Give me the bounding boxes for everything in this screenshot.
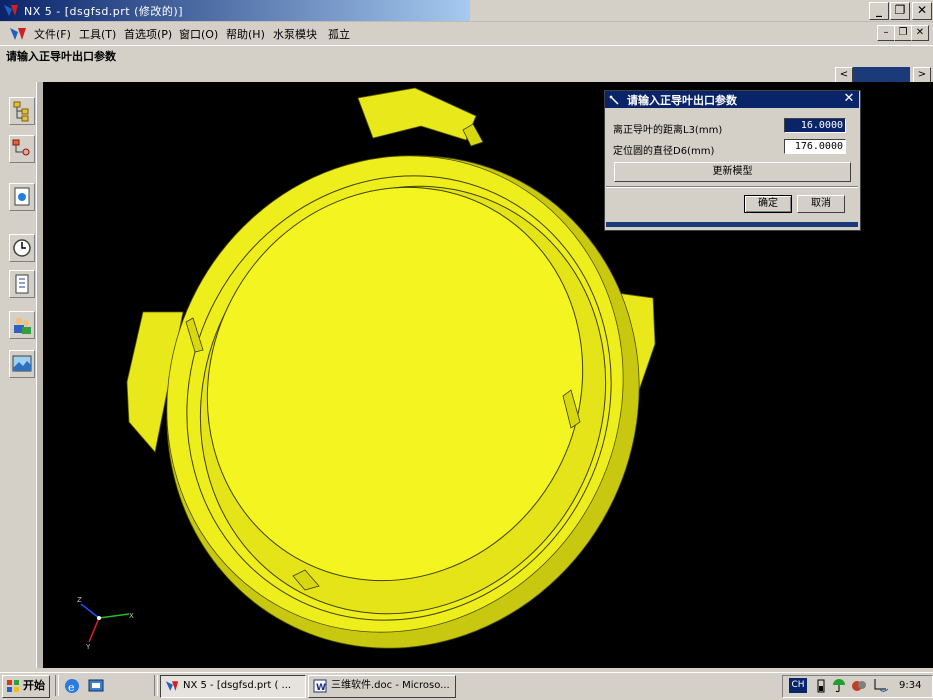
triad-z-label: Z [77,596,82,604]
menu-tools[interactable]: 工具(T) [79,26,116,42]
umbrella-icon[interactable] [831,677,847,694]
start-label: 开始 [23,679,45,692]
mdi-restore-button[interactable]: ❐ [894,25,912,41]
minimize-button[interactable]: _ [869,2,889,20]
cue-line-text: 请输入正导叶出口参数 [6,50,116,63]
menu-isolate[interactable]: 孤立 [328,26,350,42]
system-visualization-button[interactable] [9,350,35,378]
quicklaunch-separator [55,675,59,696]
scroll-left-button[interactable]: < [835,67,853,83]
dialog-pin-icon[interactable] [608,94,620,106]
resource-bar-edge[interactable] [36,82,43,668]
history-icon [13,239,31,257]
menu-window[interactable]: 窗口(O) [179,26,218,42]
scroll-right-button[interactable]: > [913,67,931,83]
window-title: NX 5 - [dsgfsd.prt (修改的)] [24,5,183,18]
dialog-close-button[interactable]: ✕ [842,92,856,106]
distance-l3-input[interactable]: 16.0000 [784,118,846,133]
wcs-triad: X Y Z [77,596,134,650]
ie-icon[interactable]: e [63,677,81,695]
cue-line [0,45,933,66]
web-browser-icon [14,187,30,206]
battery-icon[interactable] [815,678,827,694]
taskbar-item-word-label: 三维软件.doc - Microso... [331,680,450,691]
distance-l3-label: 离正导叶的距离L3(mm) [613,125,723,136]
reuse-library-button[interactable] [9,270,35,298]
reuse-library-icon [15,274,29,294]
svg-text:W: W [316,683,326,693]
menu-pump-module[interactable]: 水泵模块 [273,26,317,42]
update-model-button[interactable]: 更新模型 [614,162,851,182]
taskbar-item-word[interactable]: W 三维软件.doc - Microso... [308,675,456,698]
word-icon: W [313,679,327,693]
task-separator [154,675,158,696]
scroll-thumb[interactable] [853,67,910,82]
assembly-navigator-icon [13,101,29,122]
nx-menu-logo-icon[interactable] [9,25,27,41]
clock[interactable]: 9:34 [899,680,921,691]
windows-logo-icon [7,680,19,692]
desktop-icon[interactable] [87,677,105,695]
web-browser-button[interactable] [9,183,35,211]
dialog-bottom-bar [606,222,858,227]
mdi-close-button[interactable]: ✕ [911,25,929,41]
diameter-d6-input[interactable]: 176.0000 [784,139,846,154]
history-button[interactable] [9,234,35,262]
assembly-navigator-button[interactable] [9,97,35,125]
menu-file[interactable]: 文件(F) [34,26,71,42]
taskbar-item-nx[interactable]: NX 5 - [dsgfsd.prt ( ... [160,675,306,698]
part-navigator-icon [12,139,30,156]
system-visualization-icon [12,355,32,372]
ime-indicator[interactable]: CH [789,678,807,693]
nx-task-icon [165,681,179,691]
ok-button[interactable]: 确定 [744,195,792,213]
menu-help[interactable]: 帮助(H) [226,26,265,42]
nx-logo-icon[interactable] [3,3,19,18]
network-icon[interactable] [872,677,890,694]
status-scroll-strip [0,66,933,82]
dialog-title: 请输入正导叶出口参数 [627,94,737,107]
cancel-button[interactable]: 取消 [797,195,845,213]
start-button[interactable]: 开始 [2,675,50,698]
roles-icon [14,317,31,334]
mdi-minimize-button[interactable]: – [877,25,895,41]
close-button[interactable]: ✕ [912,2,932,20]
dialog-separator [606,186,858,188]
svg-text:e: e [68,681,75,694]
taskbar-item-nx-label: NX 5 - [dsgfsd.prt ( ... [183,680,292,691]
restore-button[interactable]: ❐ [890,2,910,20]
roles-button[interactable] [9,311,35,339]
part-navigator-button[interactable] [9,135,35,163]
triad-x-label: X [129,612,134,620]
diameter-d6-label: 定位圆的直径D6(mm) [613,146,715,157]
security-icon[interactable] [851,677,867,694]
triad-y-label: Y [85,643,91,650]
menu-preferences[interactable]: 首选项(P) [124,26,172,42]
